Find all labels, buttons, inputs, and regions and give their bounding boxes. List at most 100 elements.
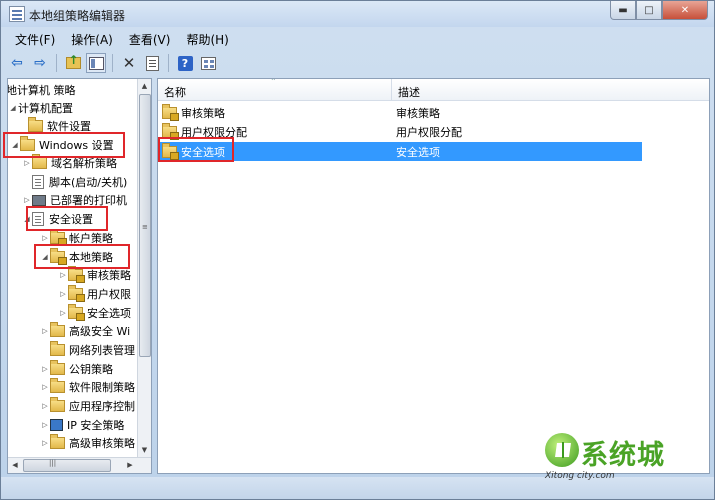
expand-arrow-icon[interactable]: ▷ <box>58 271 68 279</box>
highlight-windows-settings <box>3 132 125 158</box>
show-tree-button[interactable] <box>86 53 106 73</box>
tree-vertical-scrollbar[interactable]: ▲ ≡ ▼ <box>137 79 151 457</box>
watermark: 系统城 Xitong city.com <box>539 431 679 483</box>
toolbar-separator <box>112 54 113 72</box>
policy-folder-icon <box>68 285 85 302</box>
expand-arrow-icon[interactable]: ▷ <box>22 159 32 167</box>
tree-label: 公钥策略 <box>69 363 113 376</box>
tree-item-software-restriction[interactable]: ▷ 软件限制策略 <box>40 378 135 396</box>
scroll-thumb[interactable] <box>23 459 111 472</box>
expand-arrow-icon[interactable]: ▷ <box>40 365 50 373</box>
tree-label: 网络列表管理 <box>69 344 135 357</box>
tree-item-network-list[interactable]: 网络列表管理 <box>50 341 135 359</box>
row-description: 用户权限分配 <box>396 125 462 139</box>
tree-item-advanced-firewall[interactable]: ▷ 高级安全 Wi <box>40 322 130 340</box>
policy-folder-icon <box>50 229 67 246</box>
expand-arrow-icon[interactable]: ▷ <box>40 439 50 447</box>
details-pane[interactable]: ⌃ 名称 描述 审核策略 审核策略 用户权限分配 用户权限分配 安全选项 安全选… <box>157 78 710 474</box>
tree-label: 脚本(启动/关机) <box>49 176 128 189</box>
menu-view[interactable]: 查看(V) <box>121 29 179 49</box>
scroll-grip-icon: ||| <box>49 459 57 467</box>
tree-label: 用户权限 <box>87 288 131 301</box>
windows-logo-icon <box>545 433 579 467</box>
window-title: 本地组策略编辑器 <box>29 9 126 23</box>
folder-icon <box>50 378 65 393</box>
sort-caret-icon: ⌃ <box>270 78 277 86</box>
highlight-security-settings <box>26 206 108 231</box>
minimize-button[interactable]: ▬ <box>610 1 636 20</box>
title-bar[interactable]: 本地组策略编辑器 ▬ □ ✕ <box>1 1 714 27</box>
list-row-audit-policy[interactable]: 审核策略 审核策略 <box>158 103 642 122</box>
help-icon: ? <box>177 55 193 71</box>
row-description: 安全选项 <box>396 145 440 159</box>
scroll-up-icon[interactable]: ▲ <box>138 79 151 93</box>
expand-arrow-icon[interactable]: ▷ <box>40 234 50 242</box>
maximize-button[interactable]: □ <box>636 1 662 20</box>
tree-item-advanced-audit[interactable]: ▷ 高级审核策略 <box>40 434 135 452</box>
tree-label: 高级审核策略 <box>69 437 135 450</box>
expand-arrow-icon[interactable]: ▷ <box>58 309 68 317</box>
close-button[interactable]: ✕ <box>662 1 708 20</box>
expand-arrow-icon[interactable]: ▷ <box>40 421 50 429</box>
tree-label: 审核策略 <box>87 269 131 282</box>
scroll-right-icon[interactable]: ▶ <box>123 458 137 473</box>
folder-icon <box>50 397 65 412</box>
up-level-button[interactable] <box>63 53 83 73</box>
scroll-down-icon[interactable]: ▼ <box>138 443 151 457</box>
highlight-local-policies <box>34 244 130 269</box>
expand-arrow-icon[interactable]: ▷ <box>40 327 50 335</box>
script-icon <box>32 175 44 189</box>
tree-item-ip-security[interactable]: ▷ IP 安全策略 <box>40 416 124 434</box>
tree-item-security-options[interactable]: ▷ 安全选项 <box>58 304 131 322</box>
show-hide-action-pane-button[interactable] <box>198 53 218 73</box>
help-button[interactable]: ? <box>175 53 195 73</box>
action-pane-icon <box>200 56 216 70</box>
back-arrow-icon[interactable]: ⇦ <box>7 53 27 73</box>
expand-arrow-icon[interactable]: ▷ <box>58 290 68 298</box>
tree-item-computer-config[interactable]: ◢ 计算机配置 <box>8 99 73 117</box>
row-name: 审核策略 <box>181 106 225 120</box>
folder-icon <box>50 341 65 356</box>
highlight-security-options <box>158 137 234 162</box>
policy-folder-icon <box>68 304 85 321</box>
tree-item-public-key[interactable]: ▷ 公钥策略 <box>40 360 113 378</box>
tree-item-app-control[interactable]: ▷ 应用程序控制 <box>40 397 135 415</box>
folder-icon <box>50 360 65 375</box>
delete-icon[interactable]: ✕ <box>119 53 139 73</box>
expand-arrow-icon[interactable]: ▷ <box>40 402 50 410</box>
scroll-left-icon[interactable]: ◀ <box>8 458 22 473</box>
tree-label: 计算机配置 <box>18 102 73 115</box>
expand-arrow-icon[interactable]: ◢ <box>8 104 18 112</box>
properties-icon <box>145 55 159 71</box>
tree-item-user-rights[interactable]: ▷ 用户权限 <box>58 285 131 303</box>
forward-arrow-icon[interactable]: ⇨ <box>30 53 50 73</box>
watermark-brand: 系统城 <box>581 440 665 471</box>
tree-label: 安全选项 <box>87 307 131 320</box>
menu-bar: 文件(F) 操作(A) 查看(V) 帮助(H) <box>7 29 237 49</box>
folder-icon <box>50 322 65 337</box>
tree-horizontal-scrollbar[interactable]: ◀ ||| ▶ <box>8 457 151 473</box>
properties-button[interactable] <box>142 53 162 73</box>
group-policy-window: 本地组策略编辑器 ▬ □ ✕ 文件(F) 操作(A) 查看(V) 帮助(H) ⇦… <box>0 0 715 500</box>
tree-label: 软件限制策略 <box>69 381 135 394</box>
row-description: 审核策略 <box>396 106 440 120</box>
menu-action[interactable]: 操作(A) <box>63 29 121 49</box>
expand-arrow-icon[interactable]: ▷ <box>40 383 50 391</box>
tree-item-scripts[interactable]: 脚本(启动/关机) <box>32 173 127 191</box>
toolbar: ⇦ ⇨ ✕ ? <box>7 51 707 75</box>
column-header-name[interactable]: ⌃ 名称 <box>158 79 392 101</box>
menu-help[interactable]: 帮助(H) <box>178 29 236 49</box>
policy-folder-icon <box>68 266 85 283</box>
scroll-grip-icon: ≡ <box>142 223 148 231</box>
policy-editor-icon <box>9 6 25 22</box>
tree-item-root[interactable]: 地计算机 策略 <box>8 81 76 99</box>
folder-icon <box>32 154 47 169</box>
toolbar-separator <box>168 54 169 72</box>
window-controls: ▬ □ ✕ <box>610 1 708 21</box>
folder-icon <box>50 434 65 449</box>
expand-arrow-icon[interactable]: ▷ <box>22 196 32 204</box>
column-header-description[interactable]: 描述 <box>392 79 709 101</box>
menu-file[interactable]: 文件(F) <box>7 29 63 49</box>
printer-icon <box>32 194 46 206</box>
tree-label: IP 安全策略 <box>67 419 125 432</box>
